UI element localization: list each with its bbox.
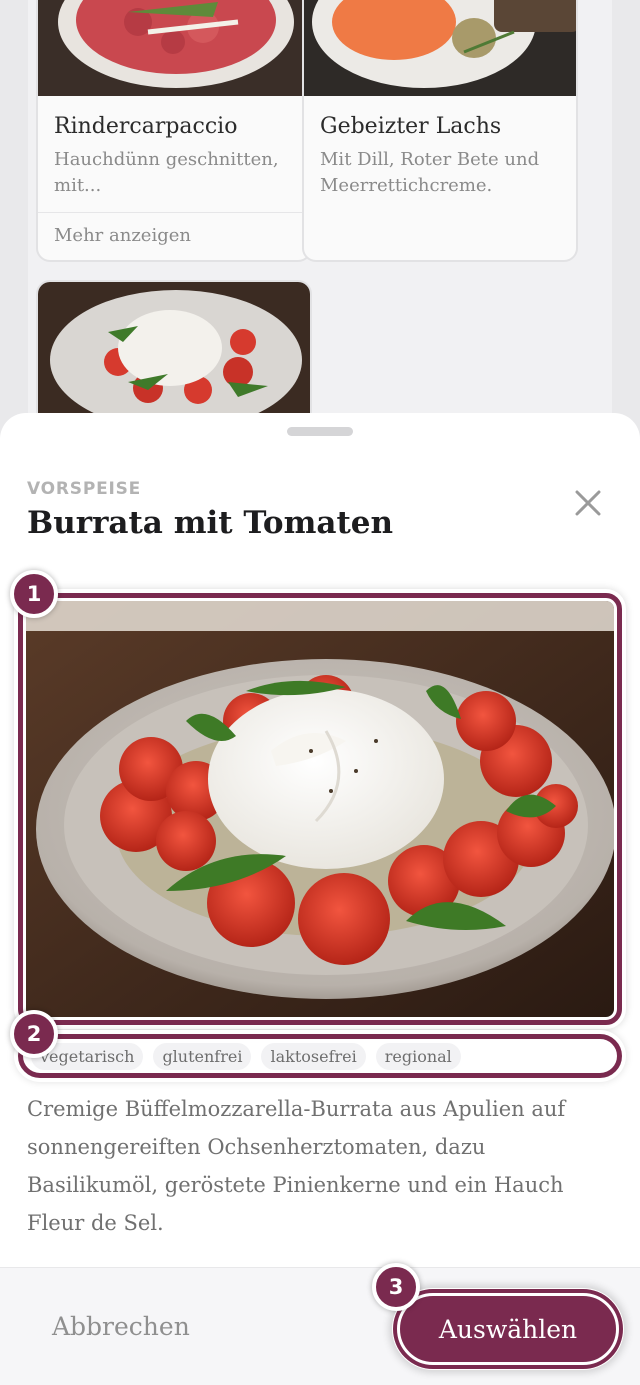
- sheet-footer: Abbrechen Auswählen: [0, 1267, 640, 1385]
- dish-card-image: [38, 282, 310, 428]
- dish-card-carpaccio[interactable]: Rindercarpaccio Hauchdünn geschnitten, m…: [36, 0, 312, 262]
- dish-card-burrata[interactable]: [36, 280, 312, 430]
- dish-card-description: Mit Dill, Roter Bete und Meerrettichcrem…: [320, 149, 540, 196]
- dish-card-image: [38, 0, 310, 96]
- dish-detail-sheet: VORSPEISE Burrata mit Tomaten vegetarisc…: [0, 413, 640, 1385]
- tag-glutenfrei: glutenfrei: [153, 1042, 252, 1070]
- show-more-link[interactable]: Mehr anzeigen: [38, 212, 310, 260]
- select-button-highlight: Auswählen: [392, 1288, 624, 1370]
- dish-tags: vegetarisch glutenfrei laktosefrei regio…: [18, 1034, 622, 1078]
- step-marker-2: 2: [10, 1010, 58, 1058]
- step-marker-3: 3: [372, 1263, 420, 1311]
- cancel-button[interactable]: Abbrechen: [52, 1312, 190, 1341]
- tag-regional: regional: [375, 1042, 461, 1070]
- dish-description: Cremige Büffelmozzarella-Burrata aus Apu…: [27, 1097, 566, 1235]
- dish-title: Burrata mit Tomaten: [27, 505, 394, 541]
- dish-card-image: [304, 0, 576, 96]
- close-button[interactable]: [570, 485, 606, 521]
- dish-card-lachs[interactable]: Gebeizter Lachs Mit Dill, Roter Bete und…: [302, 0, 578, 262]
- step-marker-1: 1: [10, 570, 58, 618]
- tag-laktosefrei: laktosefrei: [261, 1042, 366, 1070]
- dish-category: VORSPEISE: [27, 479, 142, 499]
- close-icon: [575, 490, 601, 516]
- select-button[interactable]: Auswählen: [393, 1289, 623, 1369]
- dish-photo: [26, 601, 614, 1017]
- dish-card-title: Gebeizter Lachs: [320, 114, 502, 139]
- dish-card-title: Rindercarpaccio: [54, 114, 238, 139]
- dish-photo-highlight: [18, 593, 622, 1025]
- dish-card-description: Hauchdünn geschnitten, mit...: [54, 149, 279, 196]
- sheet-grabber[interactable]: [287, 427, 353, 436]
